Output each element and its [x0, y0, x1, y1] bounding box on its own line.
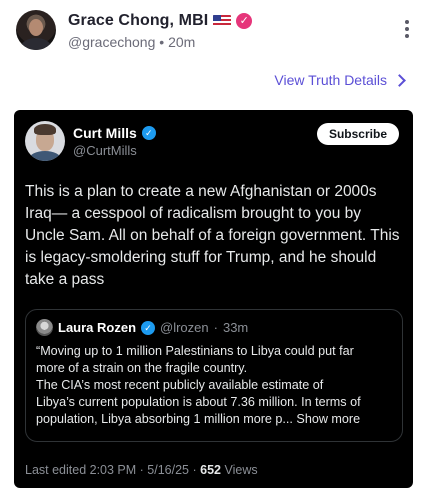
embed-name-row: Curt Mills ✓	[73, 125, 156, 141]
author-avatar[interactable]	[16, 10, 56, 50]
verified-badge-icon: ✓	[141, 126, 156, 140]
embed-author-name[interactable]: Curt Mills	[73, 125, 137, 141]
author-name-row: Grace Chong, MBI ✓	[68, 12, 253, 30]
quote-author-avatar[interactable]	[36, 319, 53, 336]
embedded-post-card[interactable]: Curt Mills ✓ @CurtMills Subscribe This i…	[14, 110, 413, 488]
quote-text: “Moving up to 1 million Palestinians to …	[36, 343, 394, 428]
quote-text-line: The CIA’s most recent publicly available…	[36, 378, 324, 392]
post-text-line: This is a plan to create a new Afghanist…	[25, 183, 377, 200]
view-truth-details-link[interactable]: View Truth Details	[274, 72, 406, 88]
quote-time: 33m	[222, 320, 249, 335]
subscribe-button[interactable]: Subscribe	[316, 123, 399, 145]
meta-separator: ·	[213, 320, 218, 335]
avatar-shoulders	[21, 38, 51, 50]
us-flag-icon	[213, 15, 232, 27]
quote-text-line: population, Libya absorbing 1 million mo…	[36, 412, 361, 426]
views-count: 652	[200, 463, 221, 477]
embed-author-avatar[interactable]	[25, 121, 65, 161]
verified-badge-icon: ✓	[141, 320, 156, 335]
post-time: 20m	[168, 34, 196, 50]
author-handle-row: @gracechong • 20m	[68, 34, 195, 50]
chevron-right-icon	[393, 74, 406, 87]
meta-separator: •	[159, 34, 165, 50]
view-truth-details-label: View Truth Details	[274, 72, 387, 88]
embed-post-text: This is a plan to create a new Afghanist…	[25, 181, 401, 291]
quote-text-line: more of a strain on the fragile country.	[36, 361, 248, 375]
embed-footer: Last edited 2:03 PM · 5/16/25 · 652 View…	[25, 463, 258, 477]
avatar-shirt	[29, 151, 61, 161]
views-label: Views	[224, 463, 258, 477]
post-text-line: a pass	[58, 271, 105, 288]
kebab-dot	[405, 34, 409, 38]
quote-author-handle[interactable]: @lrozen	[160, 320, 209, 335]
last-edited: Last edited 2:03 PM · 5/16/25	[25, 463, 189, 477]
more-options-icon[interactable]	[404, 20, 410, 38]
post-header: Grace Chong, MBI ✓ @gracechong • 20m	[16, 10, 414, 56]
kebab-dot	[405, 27, 409, 31]
quote-text-line: Libya’s current population is about 7.36…	[36, 395, 361, 409]
avatar-face	[29, 19, 43, 36]
quoted-post[interactable]: Laura Rozen ✓ @lrozen · 33m “Moving up t…	[25, 309, 403, 442]
quote-text-line: “Moving up to 1 million Palestinians to …	[36, 344, 354, 358]
verified-badge-icon: ✓	[236, 13, 253, 29]
footer-separator: ·	[192, 463, 197, 477]
quote-author-name[interactable]: Laura Rozen	[58, 320, 136, 335]
author-handle[interactable]: @gracechong	[68, 34, 155, 50]
embed-author-handle[interactable]: @CurtMills	[73, 143, 137, 158]
author-name[interactable]: Grace Chong, MBI	[68, 12, 208, 30]
quote-header: Laura Rozen ✓ @lrozen · 33m	[36, 319, 248, 336]
avatar-hair	[34, 124, 56, 135]
kebab-dot	[405, 20, 409, 24]
